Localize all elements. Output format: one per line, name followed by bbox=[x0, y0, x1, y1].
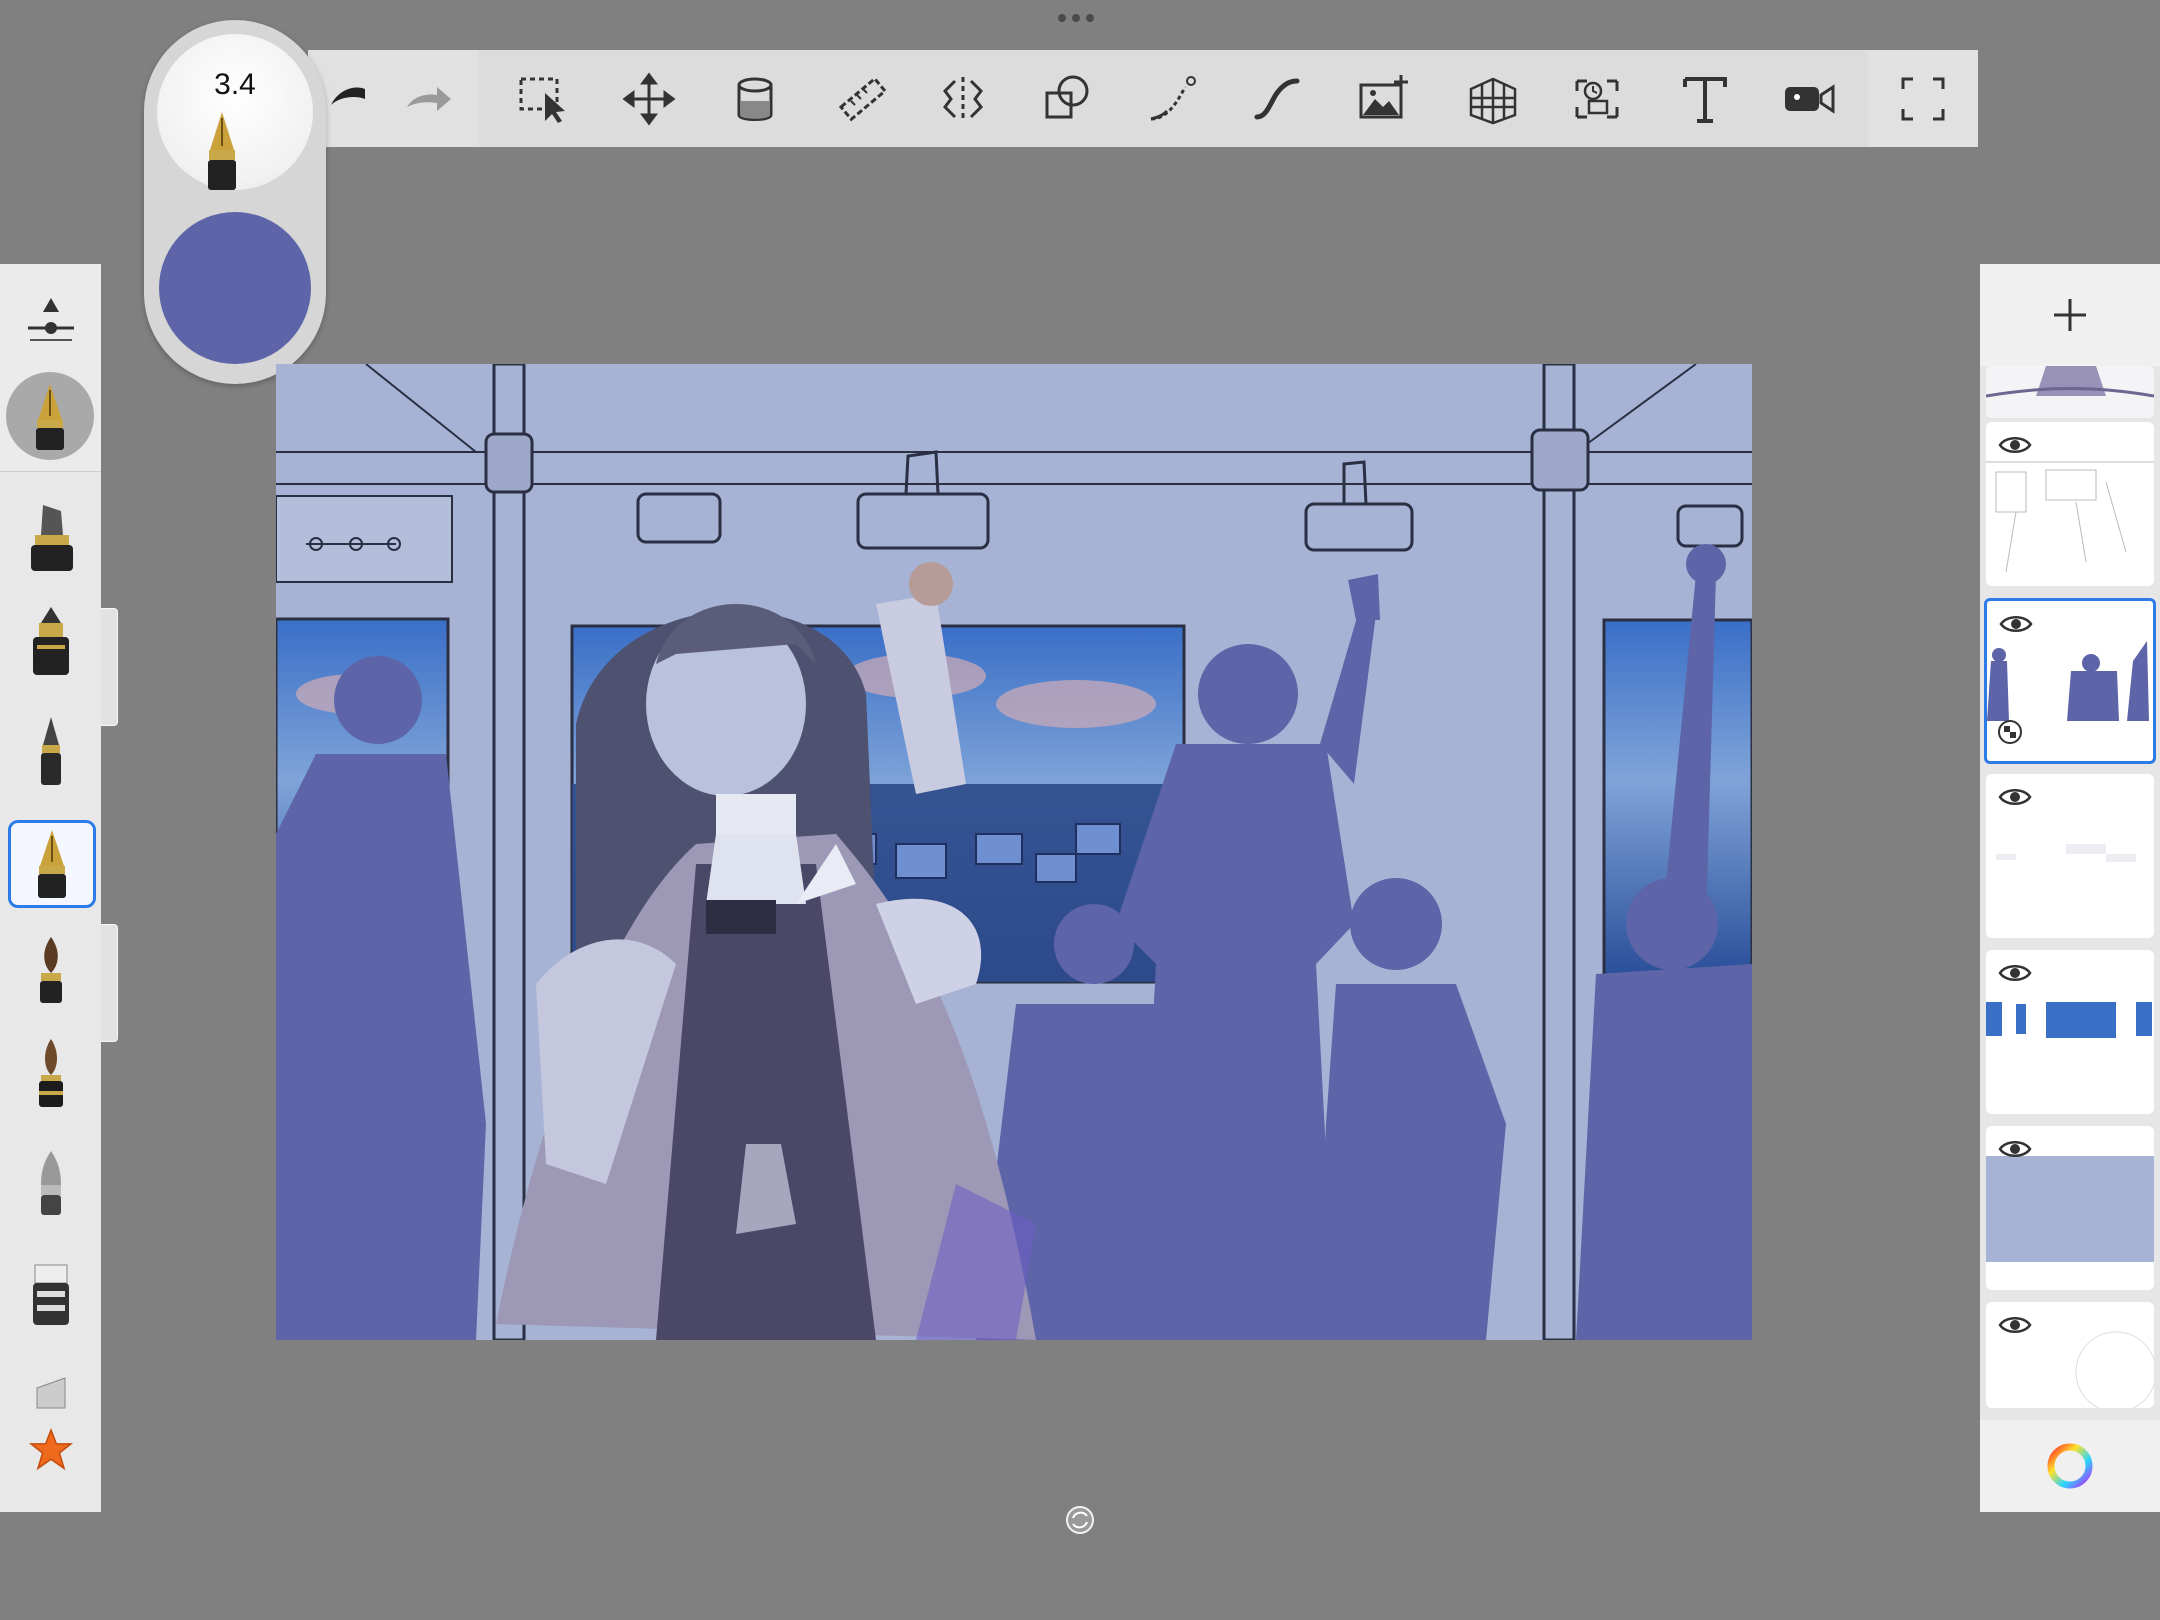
text-icon[interactable] bbox=[1670, 64, 1740, 134]
star-icon[interactable] bbox=[10, 1418, 92, 1482]
visibility-eye-icon[interactable] bbox=[1998, 962, 2032, 984]
main-toolbar bbox=[308, 50, 1978, 147]
fountain-pen-icon[interactable] bbox=[8, 820, 96, 908]
time-lapse-icon[interactable] bbox=[1562, 64, 1632, 134]
stroke-icon[interactable] bbox=[1242, 64, 1312, 134]
layer-thumbnail bbox=[1986, 366, 2154, 418]
layer-white-details[interactable] bbox=[1986, 774, 2154, 938]
current-brush-preview[interactable] bbox=[6, 372, 94, 460]
visibility-eye-icon[interactable] bbox=[1998, 786, 2032, 808]
visibility-eye-icon[interactable] bbox=[1998, 434, 2032, 456]
artwork bbox=[276, 364, 1752, 1340]
color-editor-button[interactable] bbox=[1980, 1420, 2160, 1512]
layer-paper[interactable] bbox=[1986, 1302, 2154, 1408]
top-handle-dots[interactable] bbox=[1058, 14, 1102, 26]
ruler-icon[interactable] bbox=[828, 64, 898, 134]
curve-icon[interactable] bbox=[1138, 64, 1208, 134]
marker-pen-icon[interactable] bbox=[10, 496, 92, 578]
alpha-lock-icon[interactable] bbox=[1997, 719, 2023, 745]
visibility-eye-icon[interactable] bbox=[1999, 613, 2033, 635]
fill-bucket-icon[interactable] bbox=[720, 64, 790, 134]
layer-sketch-lines[interactable] bbox=[1986, 422, 2154, 586]
brush-settings-icon[interactable] bbox=[24, 294, 78, 344]
brush-palette bbox=[0, 264, 118, 1512]
eraser-icon[interactable] bbox=[10, 1250, 92, 1332]
canvas-rotate-icon[interactable] bbox=[1064, 1504, 1096, 1536]
add-layer-button[interactable] bbox=[1980, 264, 2160, 366]
transform-icon[interactable] bbox=[614, 64, 684, 134]
brush-group-tab[interactable] bbox=[101, 924, 118, 1042]
chisel-marker-icon[interactable] bbox=[10, 1354, 92, 1414]
current-color-swatch[interactable] bbox=[159, 212, 311, 364]
layer-window-scenery[interactable] bbox=[1986, 950, 2154, 1114]
visibility-eye-icon[interactable] bbox=[1998, 1138, 2032, 1160]
symmetry-icon[interactable] bbox=[928, 64, 998, 134]
pencil-icon[interactable] bbox=[10, 710, 92, 792]
selection-icon[interactable] bbox=[508, 64, 578, 134]
fountain-pen-icon bbox=[208, 112, 236, 190]
airbrush-icon[interactable] bbox=[10, 1140, 92, 1222]
import-image-icon[interactable] bbox=[1348, 64, 1418, 134]
layers-panel bbox=[1980, 264, 2160, 1512]
brush-size-value: 3.4 bbox=[214, 68, 256, 101]
video-icon[interactable] bbox=[1774, 64, 1844, 134]
drawing-canvas[interactable] bbox=[276, 364, 1752, 1340]
round-brush-icon[interactable] bbox=[10, 1032, 92, 1114]
color-wheel-icon bbox=[2047, 1443, 2093, 1489]
layer-portrait[interactable] bbox=[1986, 366, 2154, 418]
brush-group-tab[interactable] bbox=[101, 608, 118, 726]
brush-palette-header bbox=[0, 264, 101, 472]
visibility-eye-icon[interactable] bbox=[1998, 1314, 2032, 1336]
plus-icon bbox=[2054, 299, 2086, 331]
ink-pen-icon[interactable] bbox=[10, 600, 92, 682]
perspective-icon[interactable] bbox=[1458, 64, 1528, 134]
fullscreen-icon[interactable] bbox=[1888, 64, 1958, 134]
brush-puck: 3.4 bbox=[144, 20, 326, 384]
fountain-pen-icon bbox=[36, 384, 64, 450]
shape-icon[interactable] bbox=[1032, 64, 1102, 134]
layer-silhouettes[interactable] bbox=[1984, 598, 2156, 764]
redo-icon[interactable] bbox=[392, 64, 462, 134]
layer-background-fill[interactable] bbox=[1986, 1126, 2154, 1290]
paint-brush-icon[interactable] bbox=[10, 928, 92, 1010]
